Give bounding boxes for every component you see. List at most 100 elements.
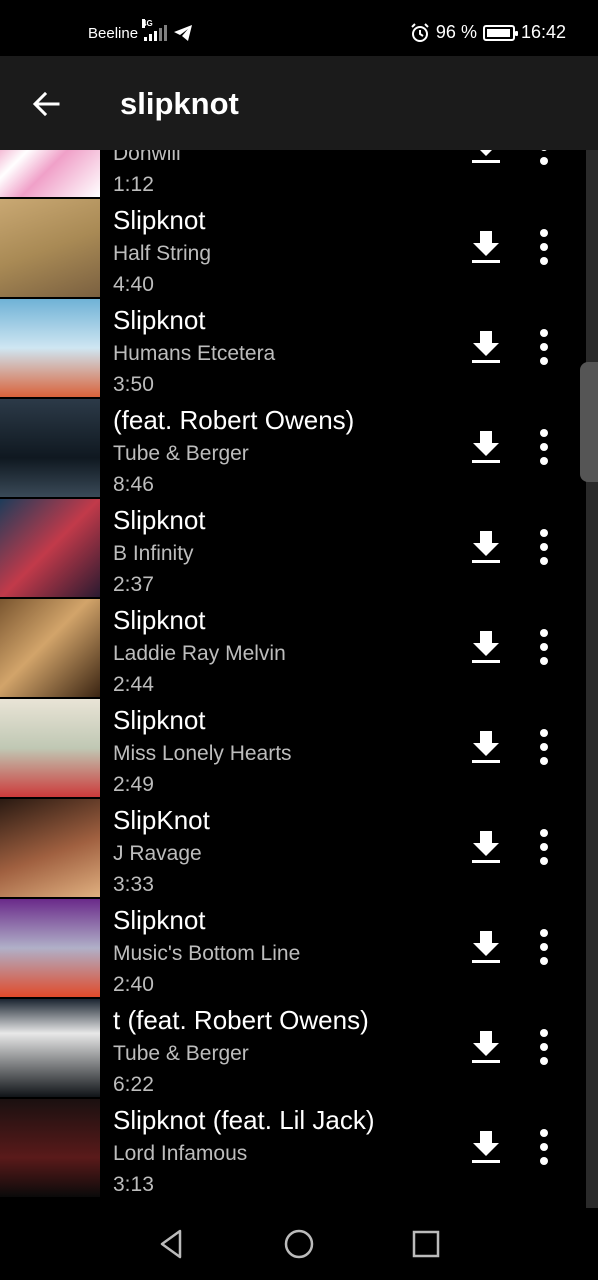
track-artist: Donwill — [113, 150, 181, 165]
more-vert-icon — [540, 229, 548, 265]
album-art-thumbnail — [0, 599, 100, 697]
download-button[interactable] — [466, 1127, 506, 1167]
download-icon — [472, 731, 500, 763]
download-icon — [472, 831, 500, 863]
track-row[interactable]: Slipknot Miss Lonely Hearts 2:49 — [0, 699, 598, 799]
track-duration: 3:50 — [113, 373, 154, 396]
more-vert-icon — [540, 1029, 548, 1065]
track-artist: Miss Lonely Hearts — [113, 742, 292, 765]
download-icon — [472, 150, 500, 163]
carrier-name: Beeline — [88, 24, 139, 42]
download-icon — [472, 331, 500, 363]
track-row[interactable]: Slipknot (feat. Lil Jack) Lord Infamous 3:… — [0, 1099, 598, 1199]
download-button[interactable] — [466, 227, 506, 267]
more-vert-icon — [540, 929, 548, 965]
track-row[interactable]: Slipknot B Infinity 2:37 — [0, 499, 598, 599]
recents-nav-icon[interactable] — [408, 1226, 444, 1262]
album-art-thumbnail — [0, 1099, 100, 1197]
track-duration: 2:44 — [113, 673, 154, 696]
track-title: Slipknot (feat. Lil Jack) — [113, 1105, 375, 1135]
download-button[interactable] — [466, 927, 506, 967]
album-art-thumbnail — [0, 799, 100, 897]
status-bar: Beeline 4G 96 % 16:42 — [0, 0, 598, 56]
track-title: t (feat. Robert Owens) — [113, 1005, 369, 1035]
album-art-thumbnail — [0, 299, 100, 397]
battery-icon — [482, 24, 518, 41]
track-row[interactable]: SlipKnot J Ravage 3:33 — [0, 799, 598, 899]
more-options-button[interactable] — [528, 827, 560, 867]
download-icon — [472, 231, 500, 263]
download-button[interactable] — [466, 1027, 506, 1067]
more-options-button[interactable] — [528, 527, 560, 567]
more-options-button[interactable] — [528, 427, 560, 467]
track-duration: 2:37 — [113, 573, 154, 596]
track-duration: 3:13 — [113, 1173, 154, 1196]
back-button[interactable] — [26, 84, 66, 124]
track-title: Slipknot — [113, 605, 206, 635]
track-duration: 2:40 — [113, 973, 154, 996]
app-bar: slipknot — [0, 56, 598, 150]
download-button[interactable] — [466, 427, 506, 467]
battery-percent: 96 % — [435, 22, 477, 42]
track-row[interactable]: Slipknot Laddie Ray Melvin 2:44 — [0, 599, 598, 699]
album-art-thumbnail — [0, 699, 100, 797]
more-vert-icon — [540, 629, 548, 665]
track-row[interactable]: Slipknot Humans Etcetera 3:50 — [0, 299, 598, 399]
track-list[interactable]: Donwill 1:12 Slipknot Half String 4:40 Slipkn… — [0, 150, 598, 1208]
download-button[interactable] — [466, 527, 506, 567]
home-nav-icon[interactable] — [281, 1226, 317, 1262]
system-nav-bar — [0, 1208, 598, 1280]
track-artist: J Ravage — [113, 842, 202, 865]
status-right: 96 % 16:42 — [410, 22, 566, 43]
track-row[interactable]: (feat. Robert Owens) Tube & Berger 8:46 — [0, 399, 598, 499]
track-artist: B Infinity — [113, 542, 194, 565]
alarm-icon — [411, 22, 429, 42]
track-title: Slipknot — [113, 705, 206, 735]
track-duration: 3:33 — [113, 873, 154, 896]
download-icon — [472, 431, 500, 463]
track-duration: 8:46 — [113, 473, 154, 496]
more-options-button[interactable] — [528, 727, 560, 767]
album-art-thumbnail — [0, 399, 100, 497]
network-type: 4G — [142, 19, 153, 28]
signal-icon: 4G — [142, 19, 168, 41]
more-options-button[interactable] — [528, 627, 560, 667]
track-artist: Humans Etcetera — [113, 342, 276, 365]
download-button[interactable] — [466, 627, 506, 667]
more-options-button[interactable] — [528, 927, 560, 967]
scrollbar-thumb[interactable] — [580, 362, 598, 482]
download-button[interactable] — [466, 827, 506, 867]
download-button[interactable] — [466, 150, 506, 167]
track-title: (feat. Robert Owens) — [113, 405, 355, 435]
download-icon — [472, 631, 500, 663]
more-options-button[interactable] — [528, 1127, 560, 1167]
track-duration: 6:22 — [113, 1073, 154, 1096]
back-nav-icon[interactable] — [153, 1226, 189, 1262]
more-vert-icon — [540, 729, 548, 765]
more-vert-icon — [540, 529, 548, 565]
more-options-button[interactable] — [528, 150, 560, 167]
track-title: Slipknot — [113, 305, 206, 335]
track-artist: Lord Infamous — [113, 1142, 248, 1165]
more-options-button[interactable] — [528, 327, 560, 367]
clock: 16:42 — [520, 22, 566, 42]
download-button[interactable] — [466, 727, 506, 767]
album-art-thumbnail — [0, 999, 100, 1097]
track-row[interactable]: t (feat. Robert Owens) Tube & Berger 6:22 — [0, 999, 598, 1099]
album-art-thumbnail — [0, 899, 100, 997]
more-vert-icon — [540, 150, 548, 165]
album-art-thumbnail — [0, 199, 100, 297]
more-options-button[interactable] — [528, 227, 560, 267]
track-row[interactable]: Slipknot Music's Bottom Line 2:40 — [0, 899, 598, 999]
track-row[interactable]: Donwill 1:12 — [0, 150, 598, 199]
download-button[interactable] — [466, 327, 506, 367]
track-row[interactable]: Slipknot Half String 4:40 — [0, 199, 598, 299]
more-vert-icon — [540, 829, 548, 865]
more-vert-icon — [540, 329, 548, 365]
page-title: slipknot — [120, 86, 239, 121]
track-duration: 4:40 — [113, 273, 154, 296]
more-vert-icon — [540, 1129, 548, 1165]
scrollbar-track — [586, 150, 598, 1208]
more-options-button[interactable] — [528, 1027, 560, 1067]
track-title: Slipknot — [113, 905, 206, 935]
